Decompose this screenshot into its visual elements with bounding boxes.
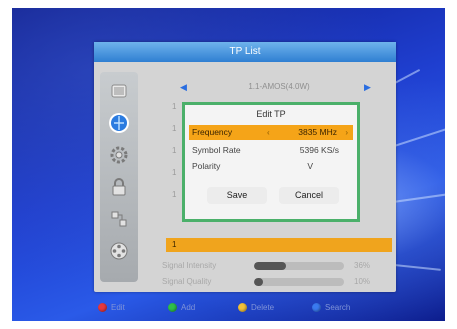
blue-key-icon xyxy=(312,302,321,312)
footer-add[interactable]: Add xyxy=(168,298,195,316)
globe-icon[interactable] xyxy=(107,112,131,134)
signal-quality-fill xyxy=(254,278,263,286)
footer-search[interactable]: Search xyxy=(312,298,350,316)
window-title: TP List xyxy=(94,42,396,62)
yellow-key-icon xyxy=(238,302,247,312)
footer-edit[interactable]: Edit xyxy=(98,298,125,316)
footer-delete[interactable]: Delete xyxy=(238,298,274,316)
symbol-rate-label: Symbol Rate xyxy=(192,145,241,155)
edit-tp-dialog: Edit TP Frequency ‹ 3835 MHz › Symbol Ra… xyxy=(182,102,360,222)
gear-icon[interactable] xyxy=(107,144,131,166)
polarity-value: V xyxy=(307,161,313,171)
lock-icon[interactable] xyxy=(107,176,131,198)
footer-edit-label: Edit xyxy=(111,302,125,312)
signal-intensity-label: Signal Intensity xyxy=(162,261,217,270)
signal-quality-value: 10% xyxy=(354,277,371,286)
signal-intensity-fill xyxy=(254,262,287,270)
signal-intensity-value: 36% xyxy=(354,261,371,270)
signal-intensity-bar xyxy=(254,262,344,270)
dialog-title: Edit TP xyxy=(256,109,286,119)
selected-tp-number: 1 xyxy=(172,240,177,249)
network-icon[interactable] xyxy=(107,208,131,230)
next-satellite-arrow[interactable]: ▶ xyxy=(364,80,371,94)
polarity-row[interactable]: Polarity V xyxy=(189,159,353,174)
tv-screen: TP List ◀ 1.1-AMOS(4.0W) ▶ 1 1 1 1 1 1 S… xyxy=(12,8,445,321)
frequency-value: 3835 MHz xyxy=(298,127,337,137)
cancel-button[interactable]: Cancel xyxy=(279,187,339,204)
signal-quality-bar xyxy=(254,278,344,286)
red-key-icon xyxy=(98,302,107,312)
chevron-right-icon[interactable]: › xyxy=(345,125,348,140)
selected-tp-row[interactable]: 1 xyxy=(166,238,392,252)
frequency-label: Frequency xyxy=(192,127,233,137)
chevron-left-icon[interactable]: ‹ xyxy=(267,125,270,140)
sidebar-menu xyxy=(100,72,138,282)
polarity-label: Polarity xyxy=(192,161,221,171)
green-key-icon xyxy=(168,302,177,312)
frequency-row[interactable]: Frequency ‹ 3835 MHz › xyxy=(189,125,353,140)
satellite-icon[interactable] xyxy=(107,80,131,102)
film-reel-icon[interactable] xyxy=(107,240,131,262)
footer-delete-label: Delete xyxy=(251,302,275,312)
symbol-rate-value: 5396 KS/s xyxy=(299,145,339,155)
footer-search-label: Search xyxy=(325,302,351,312)
symbol-rate-row[interactable]: Symbol Rate 5396 KS/s xyxy=(189,143,353,158)
save-button[interactable]: Save xyxy=(207,187,267,204)
signal-quality-label: Signal Quality xyxy=(162,277,212,286)
footer-add-label: Add xyxy=(181,302,196,312)
footer-key-legend: Edit Add Delete Search xyxy=(12,298,445,316)
satellite-name: 1.1-AMOS(4.0W) xyxy=(248,82,310,91)
